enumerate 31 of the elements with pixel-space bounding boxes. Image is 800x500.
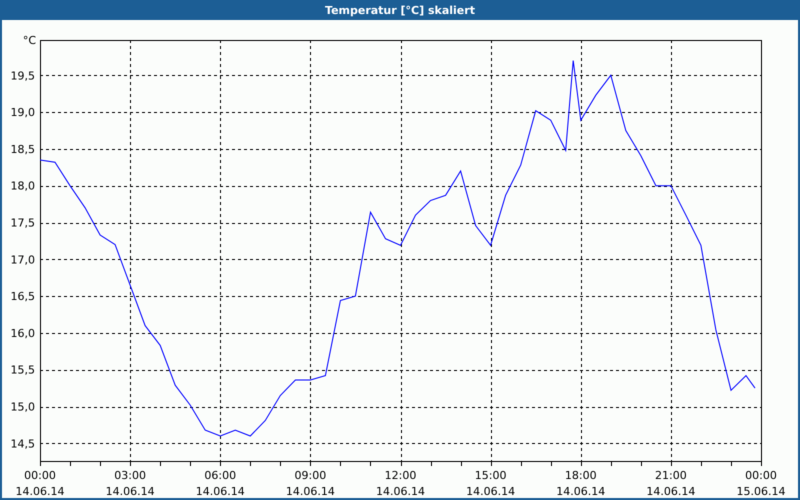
axis-tick-label: 14,5 [10, 437, 35, 450]
axis-tick-label: 21:00 [655, 469, 687, 482]
date-label: 14.06.14 [376, 485, 425, 498]
date-label: 15.06.14 [736, 485, 786, 498]
axis-tick-label: 17,5 [10, 216, 35, 230]
axis-tick-label: 03:00 [114, 469, 146, 482]
axis-tick-label: 18,0 [10, 180, 35, 193]
date-label: 14.06.14 [16, 485, 64, 498]
axis-tick-label: 19,5 [10, 69, 35, 82]
axis-tick-label: 00:00 [24, 469, 56, 482]
window-title: Temperatur [°C] skaliert [2, 0, 798, 20]
axis-tick-label: 12:00 [384, 469, 416, 482]
axis-unit-label: °C [22, 34, 36, 47]
axis-tick-label: 18,5 [10, 142, 35, 156]
date-label: 14.06.14 [106, 485, 155, 498]
axis-tick-label: 00:00 [745, 469, 777, 482]
date-label: 14.06.14 [286, 485, 335, 498]
axis-tick-label: 15,0 [10, 400, 35, 414]
axis-tick-label: 09:00 [294, 469, 326, 482]
axis-tick-label: 06:00 [204, 469, 236, 482]
date-label: 14.06.14 [196, 485, 245, 498]
axis-tick-label: 17,0 [10, 253, 35, 266]
axis-tick-label: 15,5 [10, 364, 35, 377]
date-label: 14.06.14 [466, 485, 516, 498]
axis-tick-label: 18:00 [564, 469, 597, 482]
axis-tick-label: 16,5 [10, 290, 35, 304]
axis-tick-label: 16,0 [10, 326, 35, 340]
axis-tick-label: 19,0 [10, 106, 35, 120]
axis-tick-label: 15:00 [474, 469, 506, 482]
date-label: 14.06.14 [646, 485, 696, 498]
date-label: 14.06.14 [556, 485, 606, 498]
